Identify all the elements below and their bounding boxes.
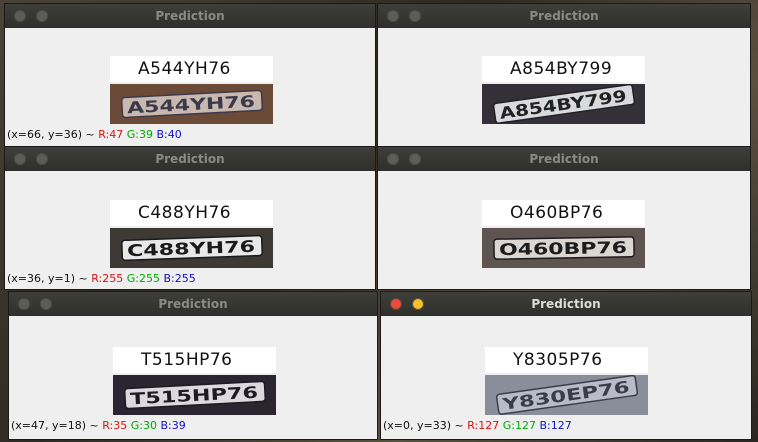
red-value: R:35 xyxy=(102,419,128,432)
red-value: R:127 xyxy=(467,419,500,432)
prediction-window-6: Prediction Y8305P76 Y830EP76 (x=0, y=33)… xyxy=(381,292,751,439)
title-bar[interactable]: Prediction xyxy=(5,4,375,28)
prediction-label: A854BY799 xyxy=(482,56,645,82)
pixel-status: (x=66, y=36) ~ R:47 G:39 B:40 xyxy=(7,128,182,141)
blue-value: B:40 xyxy=(156,128,182,141)
red-value: R:47 xyxy=(98,128,124,141)
coords: (x=36, y=1) ~ xyxy=(7,272,88,285)
window-title: Prediction xyxy=(155,9,225,23)
coords: (x=0, y=33) ~ xyxy=(383,419,464,432)
blue-value: B:127 xyxy=(539,419,572,432)
window-title: Prediction xyxy=(529,152,599,166)
prediction-label: T515HP76 xyxy=(113,347,276,373)
coords: (x=66, y=36) ~ xyxy=(7,128,95,141)
prediction-label: O460BP76 xyxy=(482,200,645,226)
prediction-label: Y8305P76 xyxy=(485,347,648,373)
title-bar[interactable]: Prediction xyxy=(5,147,375,171)
pixel-status: (x=0, y=33) ~ R:127 G:127 B:127 xyxy=(383,419,572,432)
coords: (x=47, y=18) ~ xyxy=(11,419,99,432)
title-bar[interactable]: Prediction xyxy=(381,292,751,316)
window-title: Prediction xyxy=(531,297,601,311)
window-title: Prediction xyxy=(158,297,228,311)
green-value: G:127 xyxy=(502,419,536,432)
red-value: R:255 xyxy=(91,272,124,285)
prediction-window-5: Prediction T515HP76 T515HP76 (x=47, y=18… xyxy=(9,292,377,439)
prediction-window-3: Prediction C488YH76 C488YH76 (x=36, y=1)… xyxy=(5,147,375,289)
plate-image: C488YH76 xyxy=(110,228,273,268)
green-value: G:255 xyxy=(126,272,160,285)
green-value: G:30 xyxy=(130,419,157,432)
pixel-status: (x=36, y=1) ~ R:255 G:255 B:255 xyxy=(7,272,196,285)
window-title: Prediction xyxy=(155,152,225,166)
blue-value: B:255 xyxy=(163,272,196,285)
prediction-window-2: Prediction A854BY799 A854BY799 xyxy=(378,4,750,146)
plate-image: T515HP76 xyxy=(113,375,276,415)
green-value: G:39 xyxy=(126,128,153,141)
plate-image: A854BY799 xyxy=(482,84,645,124)
prediction-label: A544YH76 xyxy=(110,56,273,82)
window-title: Prediction xyxy=(529,9,599,23)
prediction-window-1: Prediction A544YH76 A544YH76 (x=66, y=36… xyxy=(5,4,375,146)
title-bar[interactable]: Prediction xyxy=(9,292,377,316)
plate-text: O460BP76 xyxy=(499,238,627,259)
prediction-label: C488YH76 xyxy=(110,200,273,226)
plate-image: A544YH76 xyxy=(110,84,273,124)
pixel-status: (x=47, y=18) ~ R:35 G:30 B:39 xyxy=(11,419,186,432)
title-bar[interactable]: Prediction xyxy=(378,147,750,171)
plate-image: Y830EP76 xyxy=(485,375,648,415)
title-bar[interactable]: Prediction xyxy=(378,4,750,28)
plate-image: O460BP76 xyxy=(482,228,645,268)
blue-value: B:39 xyxy=(160,419,186,432)
prediction-window-4: Prediction O460BP76 O460BP76 xyxy=(378,147,750,289)
